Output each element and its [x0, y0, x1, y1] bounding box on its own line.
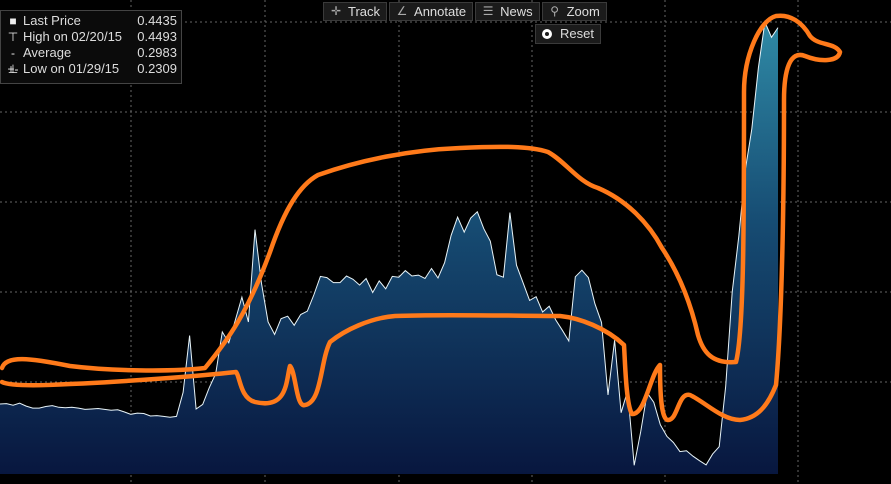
legend-panel: ■ Last Price 0.4435 ⊤ High on 02/20/15 0…: [0, 10, 182, 84]
legend-row-average: -+- Average 0.2983: [7, 45, 177, 76]
legend-row-low: ⊥ Low on 01/29/15 0.2309: [7, 61, 177, 76]
reset-radio-icon: [542, 29, 552, 39]
reset-button[interactable]: Reset: [535, 24, 601, 44]
annotate-button[interactable]: ∠ Annotate: [389, 2, 474, 21]
chart-window: ■ Last Price 0.4435 ⊤ High on 02/20/15 0…: [0, 0, 891, 484]
magnifier-icon: ⚲: [550, 4, 559, 18]
chart-toolbar: ✛ Track ∠ Annotate ☰ News ⚲ Zoom: [323, 2, 607, 21]
zoom-button[interactable]: ⚲ Zoom: [541, 2, 607, 21]
crosshair-icon: ✛: [330, 4, 342, 18]
pencil-icon: ∠: [396, 4, 408, 18]
square-icon: ■: [9, 14, 17, 28]
high-marker-icon: ⊤: [7, 30, 19, 44]
low-marker-icon: ⊥: [7, 62, 19, 76]
legend-row-high: ⊤ High on 02/20/15 0.4493: [7, 29, 177, 44]
news-icon: ☰: [482, 4, 494, 18]
news-button[interactable]: ☰ News: [475, 2, 540, 21]
legend-row-last-price: ■ Last Price 0.4435: [9, 13, 177, 29]
track-button[interactable]: ✛ Track: [323, 2, 388, 21]
